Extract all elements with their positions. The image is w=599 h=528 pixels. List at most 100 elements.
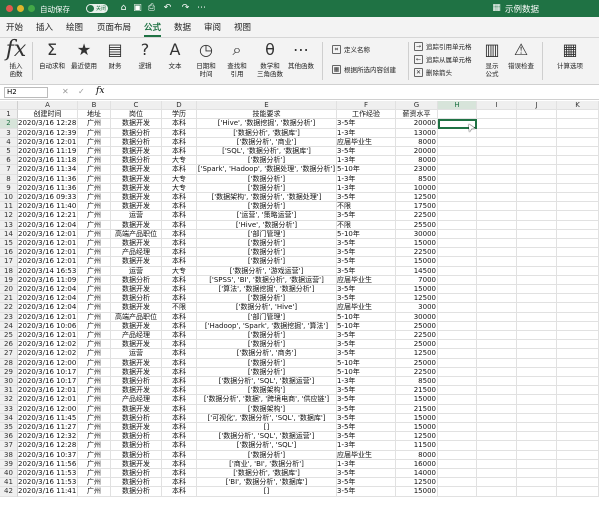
cell[interactable]: 2020/3/16 12:01 (18, 395, 78, 405)
cell[interactable]: 本科 (162, 294, 197, 304)
cell[interactable]: 25000 (396, 358, 438, 368)
row-header[interactable]: 17 (0, 257, 18, 267)
cell[interactable]: 本科 (162, 202, 197, 212)
cell[interactable]: 3-5年 (337, 285, 396, 295)
cell[interactable]: 本科 (162, 211, 197, 221)
cell[interactable]: 22500 (396, 248, 438, 258)
cell[interactable]: 广州 (78, 349, 111, 359)
cell[interactable]: 数据分析 (111, 377, 162, 387)
column-header-b[interactable]: B (78, 101, 111, 110)
name-box[interactable]: H2 (4, 87, 48, 98)
cell[interactable]: 数据开发 (111, 340, 162, 350)
cell[interactable]: 广州 (78, 441, 111, 451)
column-header-d[interactable]: D (162, 101, 197, 110)
cell[interactable] (477, 110, 517, 120)
cell[interactable]: 5-10年 (337, 312, 396, 322)
cell[interactable]: 2020/3/16 11:56 (18, 459, 78, 469)
cell[interactable] (557, 413, 599, 423)
cell[interactable] (438, 386, 477, 396)
cell[interactable] (517, 413, 557, 423)
save-icon[interactable]: ▣ (132, 3, 143, 14)
row-header[interactable]: 4 (0, 137, 18, 147)
cell[interactable]: 2020/3/16 12:04 (18, 220, 78, 230)
cell[interactable] (438, 229, 477, 239)
cell[interactable]: 2020/3/16 11:36 (18, 183, 78, 193)
cell[interactable]: 3-5年 (337, 119, 396, 129)
cell[interactable]: 15000 (396, 395, 438, 405)
cell[interactable]: 广州 (78, 331, 111, 341)
cell[interactable]: ['可视化', '数据分析', 'SQL', '数据库'] (197, 413, 337, 423)
cell[interactable]: 广州 (78, 220, 111, 230)
tab-review[interactable]: 审阅 (204, 21, 221, 33)
cell[interactable]: ['数据分析', 'SQL', '数据运营'] (197, 377, 337, 387)
cell[interactable] (477, 478, 517, 488)
cell[interactable]: 3-5年 (337, 331, 396, 341)
row-header[interactable]: 29 (0, 367, 18, 377)
row-header[interactable]: 2 (0, 119, 18, 129)
cell[interactable]: 广州 (78, 128, 111, 138)
cell[interactable] (517, 156, 557, 166)
cell[interactable]: 10000 (396, 183, 438, 193)
cell[interactable]: 1-3年 (337, 441, 396, 451)
cell[interactable]: 2020/3/16 12:00 (18, 404, 78, 414)
cell[interactable]: ['数据架构'] (197, 386, 337, 396)
cell[interactable]: 应届毕业生 (337, 137, 396, 147)
row-header[interactable]: 10 (0, 193, 18, 203)
trace-dependents-button[interactable]: ← 追踪从属单元格 (414, 54, 472, 64)
autosum-button[interactable]: Σ 自动求和 (36, 40, 68, 70)
cell[interactable]: 3-5年 (337, 469, 396, 479)
row-header[interactable]: 38 (0, 450, 18, 460)
cell[interactable] (557, 349, 599, 359)
cell[interactable]: 本科 (162, 275, 197, 285)
cell[interactable]: 2020/3/16 12:01 (18, 248, 78, 258)
cell[interactable]: 本科 (162, 423, 197, 433)
cell[interactable]: 广州 (78, 183, 111, 193)
cell[interactable] (438, 358, 477, 368)
tab-data[interactable]: 数据 (174, 21, 191, 33)
cell[interactable]: 本科 (162, 257, 197, 267)
cell[interactable]: 1-3年 (337, 459, 396, 469)
row-header[interactable]: 26 (0, 340, 18, 350)
cell[interactable]: 2020/3/16 12:04 (18, 303, 78, 313)
cell[interactable]: 应届毕业生 (337, 303, 396, 313)
cell[interactable]: 数据分析 (111, 156, 162, 166)
cell[interactable]: 2020/3/16 11:18 (18, 156, 78, 166)
cell[interactable]: 数据分析 (111, 294, 162, 304)
cell[interactable]: 3-5年 (337, 239, 396, 249)
cell[interactable]: 本科 (162, 248, 197, 258)
cell[interactable]: 大专 (162, 183, 197, 193)
cell[interactable] (557, 358, 599, 368)
cell[interactable]: 本科 (162, 395, 197, 405)
cell[interactable] (557, 367, 599, 377)
cell[interactable] (557, 450, 599, 460)
row-header[interactable]: 15 (0, 239, 18, 249)
cell[interactable] (438, 110, 477, 120)
more-icon[interactable]: ⋯ (196, 3, 207, 14)
cell[interactable]: [] (197, 487, 337, 497)
cell[interactable]: ['数据分析'] (197, 239, 337, 249)
cell[interactable]: 2020/3/16 12:28 (18, 119, 78, 129)
cell[interactable]: 16000 (396, 459, 438, 469)
cell[interactable] (477, 303, 517, 313)
row-header[interactable]: 39 (0, 459, 18, 469)
cell[interactable]: 7000 (396, 275, 438, 285)
cell[interactable]: ['数据分析'] (197, 174, 337, 184)
cell[interactable]: 3000 (396, 303, 438, 313)
cell[interactable]: 数据开发 (111, 220, 162, 230)
cell[interactable] (477, 459, 517, 469)
cell[interactable]: 2020/3/16 12:00 (18, 358, 78, 368)
cell[interactable] (477, 266, 517, 276)
cell[interactable] (557, 404, 599, 414)
cell[interactable] (557, 487, 599, 497)
cell[interactable]: ['数据分析', '商业'] (197, 137, 337, 147)
cell[interactable] (517, 303, 557, 313)
row-header[interactable]: 22 (0, 303, 18, 313)
row-header[interactable]: 8 (0, 174, 18, 184)
cell[interactable]: 14000 (396, 469, 438, 479)
cell[interactable]: 2020/3/16 12:21 (18, 211, 78, 221)
row-header[interactable]: 40 (0, 469, 18, 479)
cell[interactable]: 3-5年 (337, 404, 396, 414)
row-header[interactable]: 41 (0, 478, 18, 488)
row-header[interactable]: 31 (0, 386, 18, 396)
row-header[interactable]: 37 (0, 441, 18, 451)
